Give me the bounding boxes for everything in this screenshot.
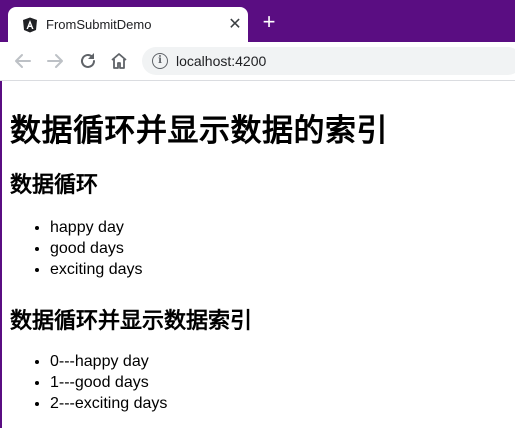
data-list: happy day good days exciting days xyxy=(10,217,143,280)
section-title-loop-index: 数据循环并显示数据索引 xyxy=(10,309,253,334)
list-item: good days xyxy=(50,238,143,259)
tab-title: FromSubmitDemo xyxy=(46,17,152,32)
page-title: 数据循环并显示数据的索引 xyxy=(10,113,388,149)
new-tab-button[interactable]: + xyxy=(258,11,280,34)
browser-toolbar: i localhost:4200 xyxy=(0,42,515,81)
back-arrow-icon[interactable] xyxy=(12,50,34,72)
angular-logo-icon xyxy=(23,17,37,33)
section-title-loop: 数据循环 xyxy=(10,173,99,198)
list-item: happy day xyxy=(50,217,143,238)
tab-active[interactable]: FromSubmitDemo ✕ xyxy=(8,7,248,42)
url-text: localhost:4200 xyxy=(176,53,267,69)
reload-icon[interactable] xyxy=(77,50,99,72)
list-item: 2---exciting days xyxy=(50,393,167,414)
tab-close-icon[interactable]: ✕ xyxy=(226,16,244,34)
tab-strip: FromSubmitDemo ✕ + xyxy=(0,0,515,42)
indexed-data-list: 0---happy day 1---good days 2---exciting… xyxy=(10,351,167,414)
page-content: 数据循环并显示数据的索引 数据循环 happy day good days ex… xyxy=(0,81,515,428)
address-bar[interactable]: i localhost:4200 xyxy=(142,47,515,75)
list-item: 0---happy day xyxy=(50,351,167,372)
home-icon[interactable] xyxy=(108,50,130,72)
list-item: exciting days xyxy=(50,259,143,280)
list-item: 1---good days xyxy=(50,372,167,393)
forward-arrow-icon[interactable] xyxy=(44,50,66,72)
info-icon[interactable]: i xyxy=(152,53,168,69)
